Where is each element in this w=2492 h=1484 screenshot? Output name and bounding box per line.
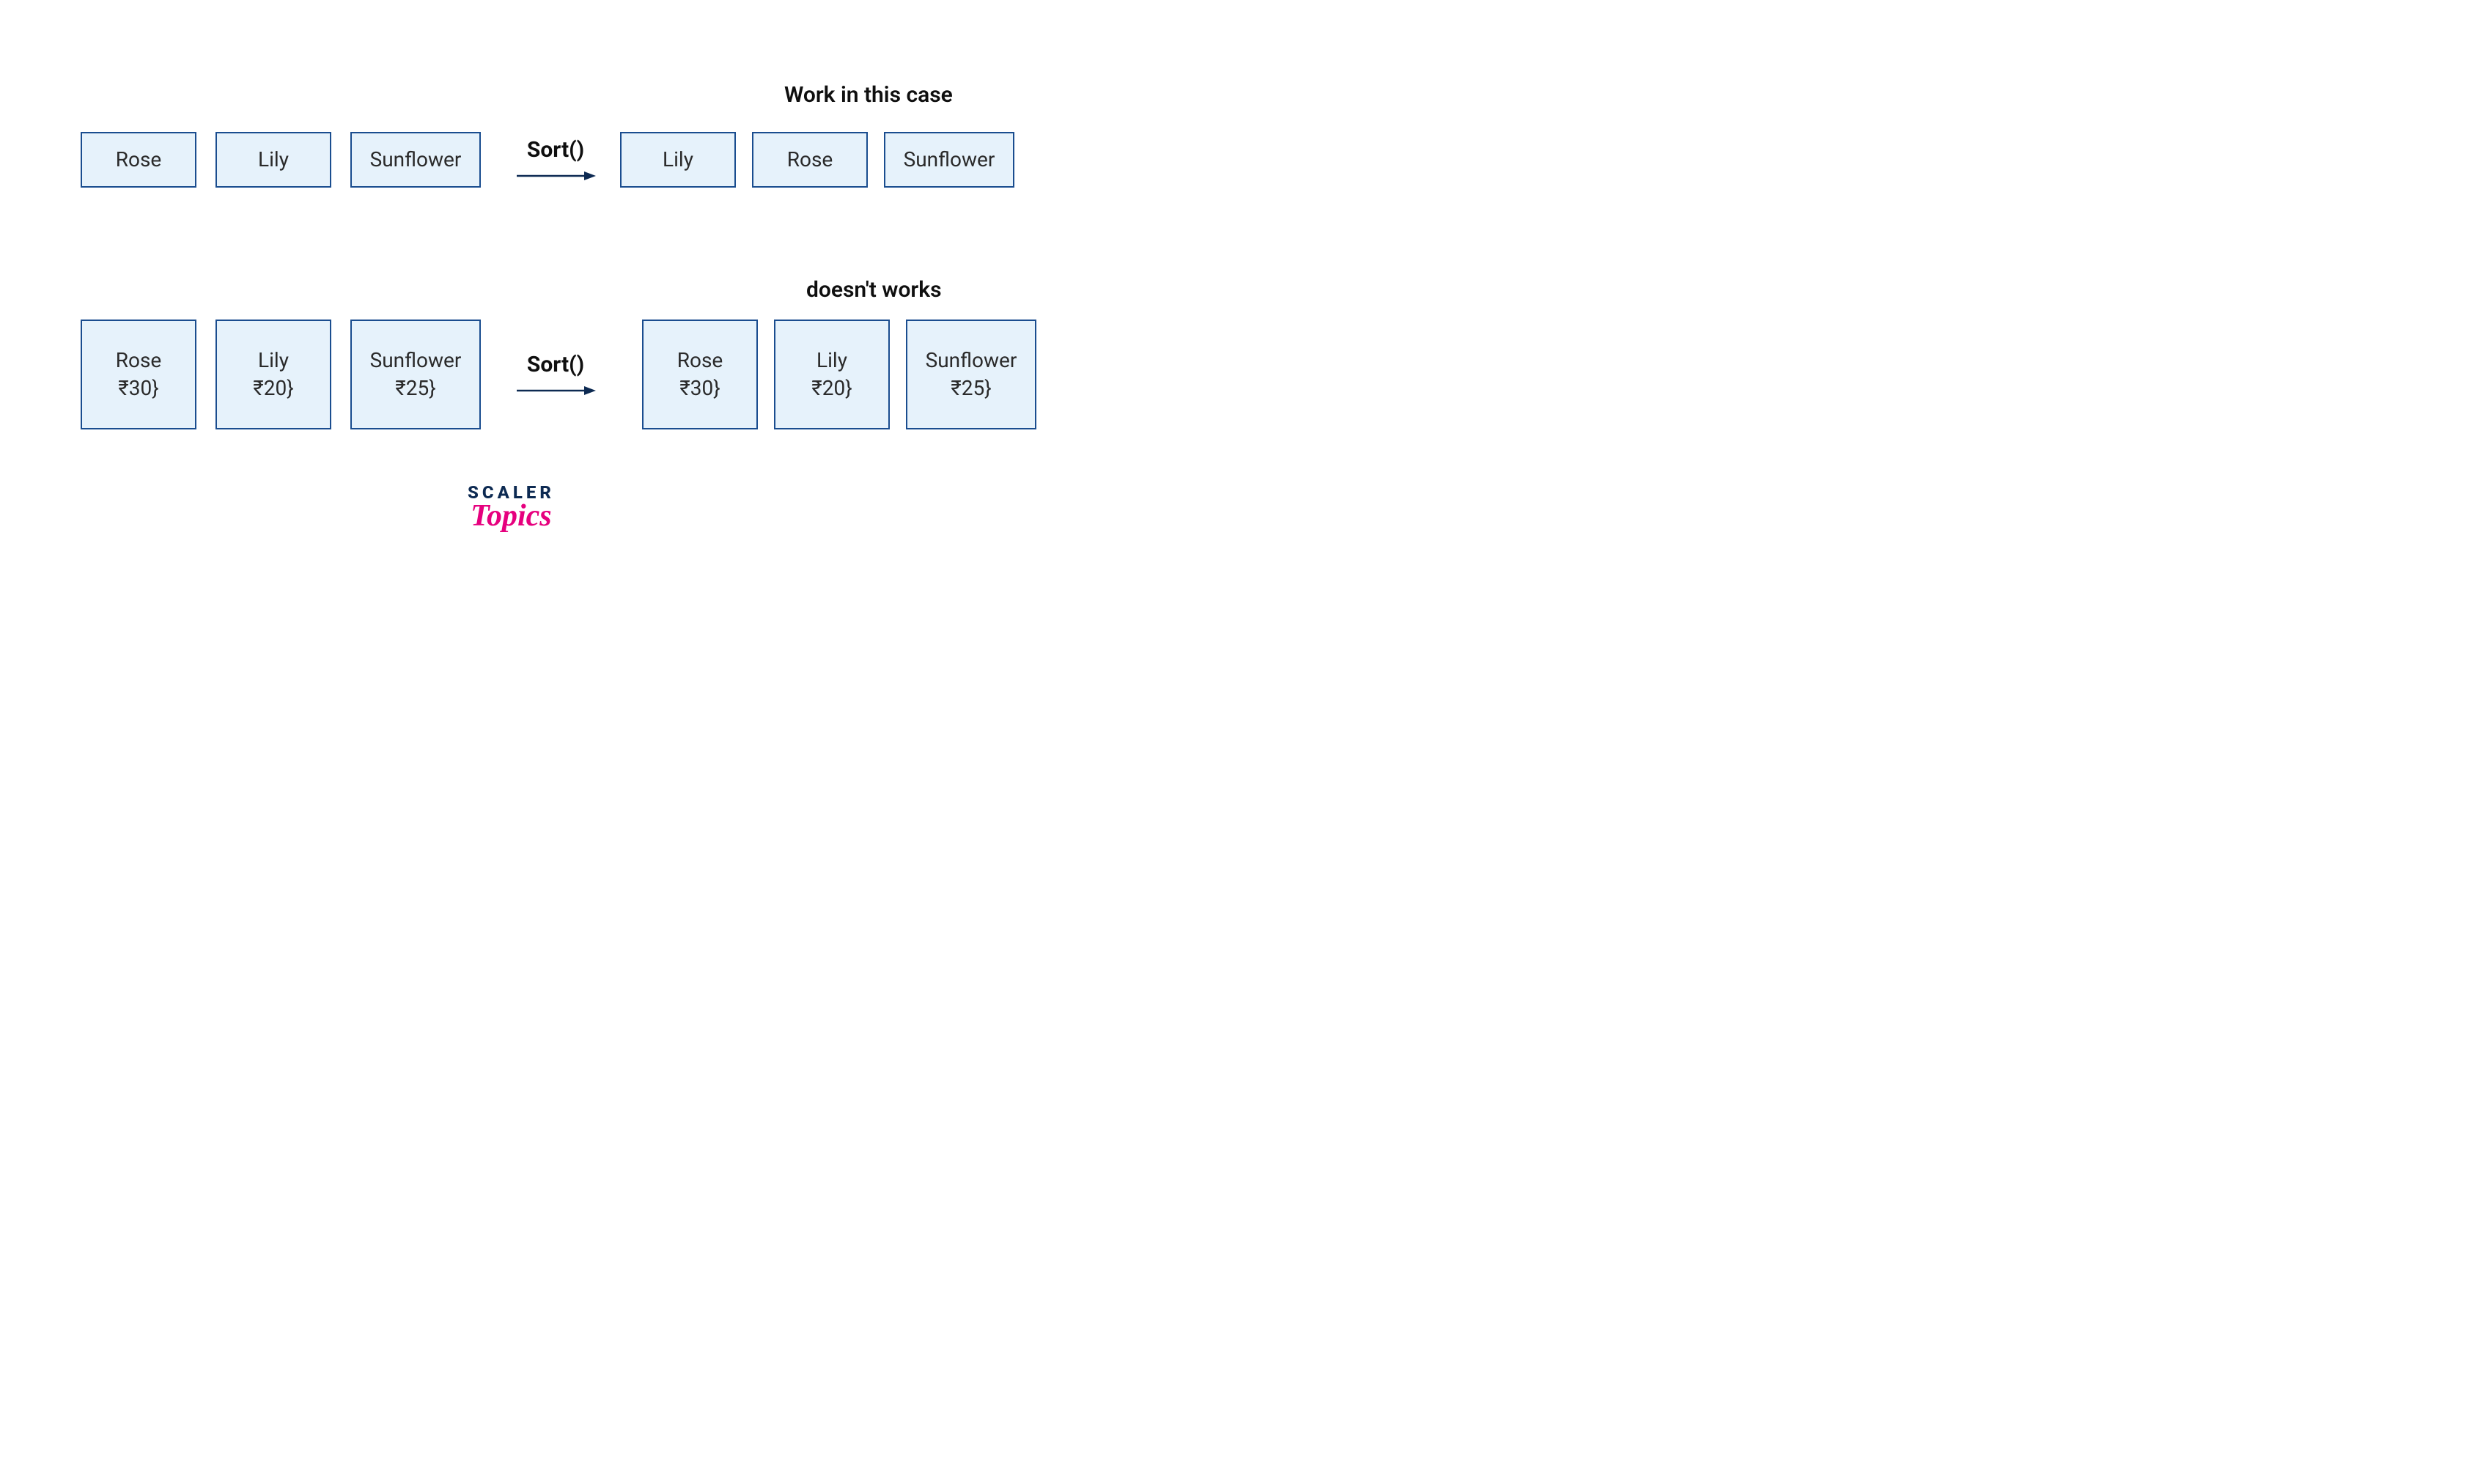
caption-not-works: doesn't works xyxy=(806,277,942,303)
box-price: ₹25} xyxy=(395,374,435,402)
box-name: Sunflower xyxy=(370,347,462,374)
sort-label: Sort() xyxy=(527,352,584,377)
box-name: Lily xyxy=(816,347,847,374)
output-box: Rose xyxy=(752,132,868,188)
row-object-sort: Rose ₹30} Lily ₹20} Sunflower ₹25} Sort(… xyxy=(81,320,1036,429)
input-box: Rose xyxy=(81,132,196,188)
box-price: ₹20} xyxy=(253,374,293,402)
arrow-icon xyxy=(515,383,596,398)
output-box: Sunflower ₹25} xyxy=(906,320,1036,429)
input-box: Rose ₹30} xyxy=(81,320,196,429)
box-name: Rose xyxy=(116,347,162,374)
output-box: Rose ₹30} xyxy=(642,320,758,429)
sort-label: Sort() xyxy=(527,137,584,163)
input-box: Lily ₹20} xyxy=(215,320,331,429)
row-simple-sort: Rose Lily Sunflower Sort() Lily Rose Sun… xyxy=(81,132,1014,188)
input-box: Sunflower ₹25} xyxy=(350,320,481,429)
box-price: ₹25} xyxy=(951,374,991,402)
output-group: Lily Rose Sunflower xyxy=(620,132,1014,188)
output-box: Sunflower xyxy=(884,132,1014,188)
sort-arrow: Sort() xyxy=(504,352,607,398)
box-price: ₹20} xyxy=(811,374,852,402)
box-name: Lily xyxy=(258,347,289,374)
box-name: Rose xyxy=(677,347,723,374)
input-box: Lily xyxy=(215,132,331,188)
caption-works: Work in this case xyxy=(784,82,953,108)
output-box: Lily xyxy=(620,132,736,188)
box-name: Sunflower xyxy=(926,347,1017,374)
input-box: Sunflower xyxy=(350,132,481,188)
arrow-icon xyxy=(515,169,596,183)
sort-arrow: Sort() xyxy=(504,137,607,183)
output-box: Lily ₹20} xyxy=(774,320,890,429)
box-price: ₹30} xyxy=(118,374,158,402)
logo-topics-text: Topics xyxy=(471,498,551,534)
scaler-logo: SCALER Topics xyxy=(468,482,555,534)
box-price: ₹30} xyxy=(679,374,720,402)
output-group: Rose ₹30} Lily ₹20} Sunflower ₹25} xyxy=(642,320,1036,429)
